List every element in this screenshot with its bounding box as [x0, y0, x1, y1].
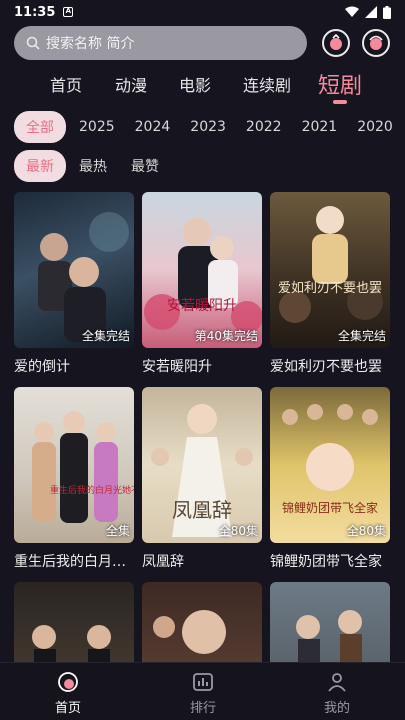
sort-most-liked[interactable]: 最赞	[131, 156, 159, 176]
drama-title: 爱如利刃不要也罢	[270, 359, 382, 375]
download-icon	[369, 35, 383, 50]
episode-badge: 全集	[105, 524, 130, 538]
poster-artwork-icon: 重生后我的白月光她不要了	[32, 411, 134, 523]
poster-image: 锦鲤奶团带飞全家 全80集	[270, 387, 390, 543]
home-icon	[58, 672, 78, 692]
poster-caption: 爱如利刃不要也罢	[278, 280, 382, 296]
drama-card[interactable]: 爱如利刃不要也罢 全集完结 爱如利刃不要也罢	[270, 192, 390, 376]
filter-year-2022[interactable]: 2022	[246, 119, 282, 135]
drama-title: 锦鲤奶团带飞全家	[270, 554, 382, 570]
episode-badge: 全80集	[218, 524, 258, 538]
bottom-tab-bar: 首页 排行 我的	[0, 662, 405, 720]
poster-image: 重生后我的白月光她不要了 全集	[14, 387, 134, 543]
tab-short-drama[interactable]: 短剧	[318, 68, 362, 100]
search-input[interactable]: 搜索名称 简介	[14, 26, 307, 60]
ranking-icon	[193, 673, 213, 691]
filter-year-2023[interactable]: 2023	[190, 119, 226, 135]
poster-caption: 锦鲤奶团带飞全家	[282, 500, 378, 515]
episode-badge: 全集完结	[337, 329, 386, 343]
battery-icon	[383, 5, 391, 19]
filter-year-2021[interactable]: 2021	[302, 119, 338, 135]
bottom-tab-label: 我的	[323, 701, 350, 716]
tab-anime[interactable]: 动漫	[115, 72, 147, 96]
search-placeholder: 搜索名称 简介	[46, 36, 135, 52]
active-tab-indicator	[333, 100, 347, 104]
category-nav: 首页 动漫 电影 连续剧 短剧	[0, 68, 405, 102]
drama-title: 重生后我的白月…	[14, 554, 126, 570]
bottom-tab-label: 排行	[189, 701, 216, 716]
filter-year-2020[interactable]: 2020	[357, 119, 393, 135]
poster-artwork-icon	[38, 212, 129, 342]
episode-badge: 全集完结	[81, 329, 130, 343]
drama-card[interactable]: 凤凰辞 全80集 凤凰辞	[142, 387, 262, 571]
bottom-tab-label: 首页	[54, 701, 81, 716]
episode-badge: 第40集完结	[194, 329, 258, 343]
drama-card[interactable]: 重生后我的白月光她不要了 全集 重生后我的白月…	[14, 387, 134, 571]
search-icon	[26, 36, 40, 50]
history-button[interactable]	[322, 29, 350, 57]
status-time: 11:35	[14, 4, 56, 20]
status-bar: 11:35 A	[0, 0, 405, 24]
tab-movie[interactable]: 电影	[179, 72, 211, 96]
poster-artwork-icon: 爱如利刃不要也罢	[278, 206, 383, 323]
filter-year-2024[interactable]: 2024	[135, 119, 171, 135]
poster-caption: 重生后我的白月光她不要了	[50, 484, 134, 496]
tab-home[interactable]: 首页	[50, 72, 82, 96]
poster-artwork-icon	[296, 610, 362, 672]
drama-card[interactable]: 锦鲤奶团带飞全家 全80集 锦鲤奶团带飞全家	[270, 387, 390, 571]
poster-caption: 安若暖阳升	[167, 298, 237, 314]
poster-artwork-icon: 锦鲤奶团带飞全家	[282, 404, 378, 515]
filter-year-2025[interactable]: 2025	[79, 119, 115, 135]
bottom-tab-ranking[interactable]: 排行	[163, 671, 243, 716]
poster-image: 爱如利刃不要也罢 全集完结	[270, 192, 390, 348]
wifi-icon	[345, 6, 359, 17]
notification-icon: A	[63, 7, 74, 17]
sort-latest[interactable]: 最新	[14, 150, 66, 182]
download-button[interactable]	[362, 29, 390, 57]
bottom-tab-home[interactable]: 首页	[28, 671, 108, 716]
sort-hottest[interactable]: 最热	[79, 156, 107, 176]
history-icon	[330, 34, 342, 50]
poster-artwork-icon: 安若暖阳升	[144, 218, 262, 333]
tab-series[interactable]: 连续剧	[243, 72, 291, 96]
poster-image: 凤凰辞 全80集	[142, 387, 262, 543]
filter-year-all[interactable]: 全部	[14, 111, 66, 143]
poster-caption: 凤凰辞	[172, 498, 232, 522]
search-row: 搜索名称 简介	[14, 26, 391, 60]
drama-card[interactable]: 安若暖阳升 第40集完结 安若暖阳升	[142, 192, 262, 376]
drama-title: 爱的倒计	[14, 359, 70, 375]
year-filter: 全部 2025 2024 2023 2022 2021 2020	[14, 111, 393, 143]
bottom-tab-profile[interactable]: 我的	[297, 671, 377, 716]
episode-badge: 全80集	[346, 524, 386, 538]
drama-title: 凤凰辞	[142, 554, 184, 570]
poster-artwork-icon	[32, 625, 111, 679]
signal-icon	[365, 6, 377, 18]
poster-artwork-icon	[153, 610, 226, 654]
drama-card[interactable]: 全集完结 爱的倒计	[14, 192, 134, 376]
poster-artwork-icon: 凤凰辞	[151, 404, 253, 537]
sort-filter: 最新 最热 最赞	[14, 150, 159, 182]
profile-icon	[328, 673, 346, 692]
poster-image: 安若暖阳升 第40集完结	[142, 192, 262, 348]
poster-image: 全集完结	[14, 192, 134, 348]
drama-title: 安若暖阳升	[142, 359, 212, 375]
